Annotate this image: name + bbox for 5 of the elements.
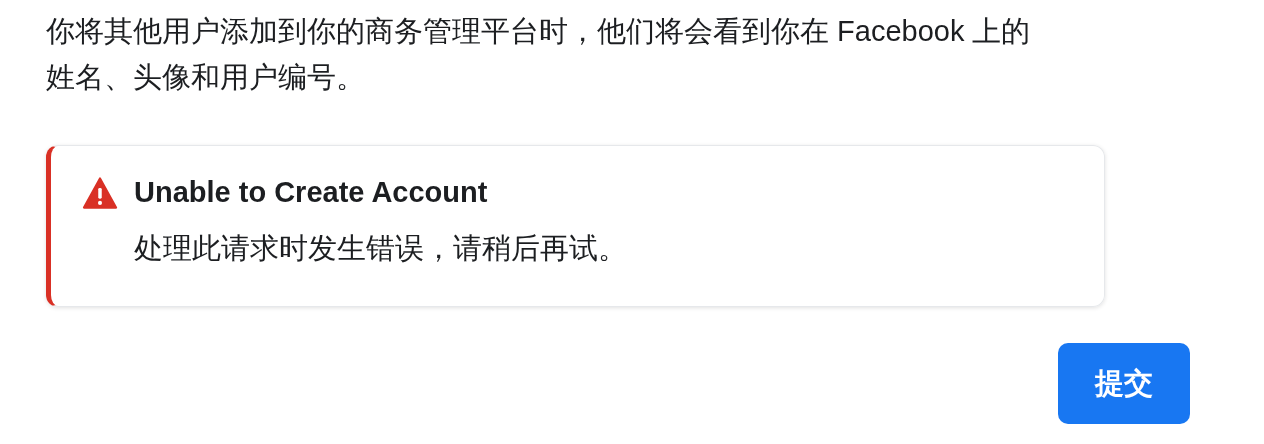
alert-message: 处理此请求时发生错误，请稍后再试。	[134, 231, 628, 266]
alert-title: Unable to Create Account	[134, 176, 488, 209]
warning-icon	[82, 176, 118, 209]
submit-button[interactable]: 提交	[1058, 343, 1190, 424]
intro-text: 你将其他用户添加到你的商务管理平台时，他们将会看到你在 Facebook 上的姓名、头像和用户编号。	[46, 14, 1032, 95]
